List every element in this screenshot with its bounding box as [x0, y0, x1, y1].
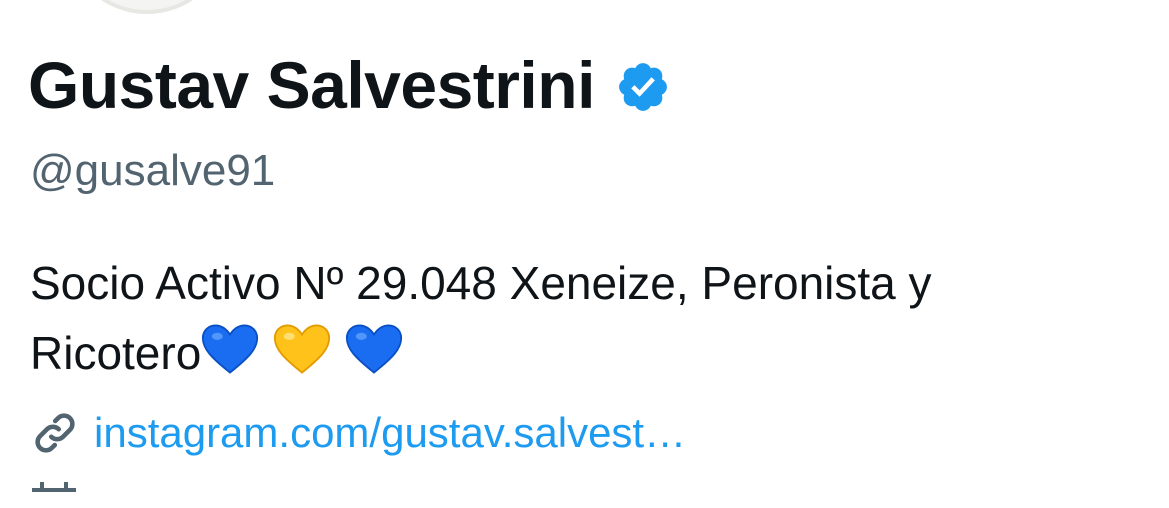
profile-website-link[interactable]: instagram.com/gustav.salvest…	[94, 409, 686, 456]
profile-link-row: instagram.com/gustav.salvest…	[30, 408, 686, 458]
avatar[interactable]	[72, 0, 222, 14]
profile-name-row: Gustav Salvestrini	[28, 52, 671, 118]
calendar-icon	[32, 482, 76, 508]
link-icon	[30, 408, 80, 458]
yellow-heart-icon	[273, 323, 331, 375]
bio-line-2: Ricotero	[30, 318, 1130, 388]
blue-heart-icon	[345, 323, 403, 375]
bio-line-2-text: Ricotero	[30, 327, 202, 379]
blue-heart-icon	[201, 323, 259, 375]
profile-handle: @gusalve91	[30, 146, 276, 195]
display-name: Gustav Salvestrini	[28, 48, 595, 122]
profile-bio: Socio Activo Nº 29.048 Xeneize, Peronist…	[30, 248, 1130, 388]
verified-badge-icon[interactable]	[615, 59, 671, 115]
bio-line-1: Socio Activo Nº 29.048 Xeneize, Peronist…	[30, 257, 932, 309]
